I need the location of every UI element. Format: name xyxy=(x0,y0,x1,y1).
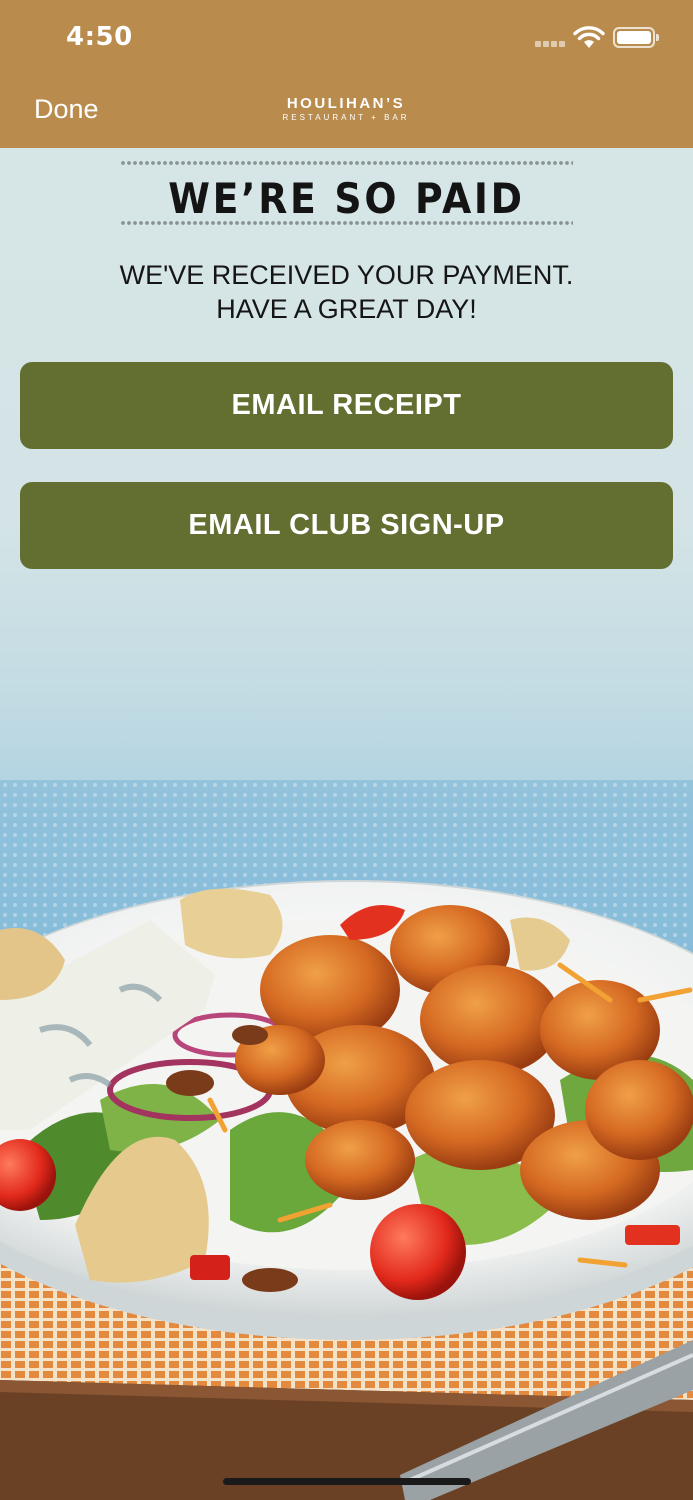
email-club-signup-button[interactable]: EMAIL CLUB SIGN-UP xyxy=(20,482,673,569)
navigation-bar: 4:50 Done HOULIHAN’S RESTAURANT + BAR xyxy=(0,0,693,148)
status-time: 4:50 xyxy=(66,22,133,52)
wifi-icon xyxy=(573,26,605,48)
brand-subtitle: RESTAURANT + BAR xyxy=(282,113,410,122)
message-line-2: HAVE A GREAT DAY! xyxy=(216,294,477,324)
done-button[interactable]: Done xyxy=(34,94,99,125)
houlihans-logo: HOULIHAN’S RESTAURANT + BAR xyxy=(256,96,436,123)
page-title: WE’RE SO PAID xyxy=(168,174,525,223)
brand-name: HOULIHAN’S xyxy=(286,95,406,112)
confirmation-message: WE'VE RECEIVED YOUR PAYMENT. HAVE A GREA… xyxy=(0,258,693,326)
cellular-signal-icon xyxy=(535,41,567,47)
rope-divider-bottom xyxy=(120,220,573,226)
title-banner: WE’RE SO PAID xyxy=(120,160,573,228)
battery-icon xyxy=(613,27,659,48)
food-salad-image xyxy=(0,780,693,1500)
home-indicator[interactable] xyxy=(223,1478,471,1485)
message-line-1: WE'VE RECEIVED YOUR PAYMENT. xyxy=(119,260,574,290)
email-receipt-button[interactable]: EMAIL RECEIPT xyxy=(20,362,673,449)
rope-divider-top xyxy=(120,160,573,166)
